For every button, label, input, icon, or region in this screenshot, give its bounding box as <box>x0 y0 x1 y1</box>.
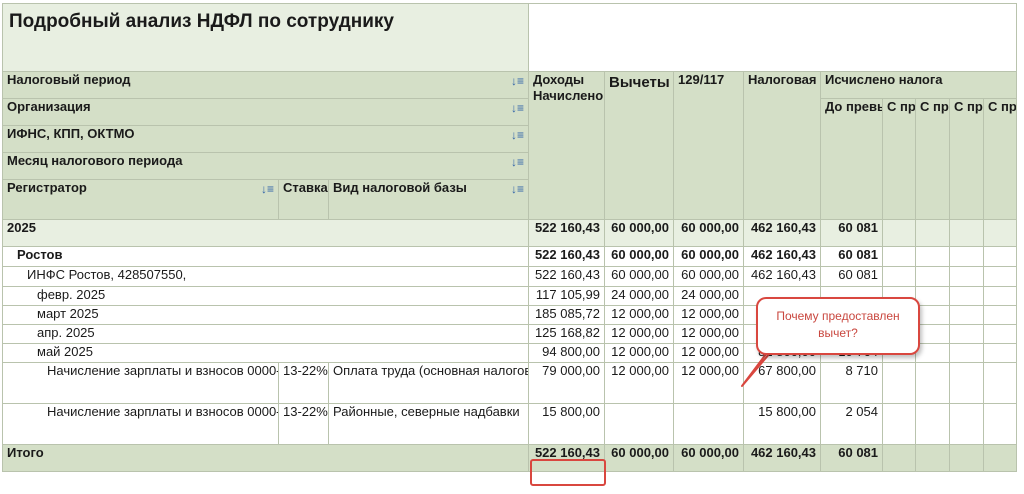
deductions-cell: 60 000,00 <box>604 219 675 247</box>
row-label: апр. 2025 <box>1 324 530 344</box>
header-pct20: С пр. 20% <box>949 98 985 220</box>
deductions-cell: 12 000,00 <box>604 305 675 325</box>
header-pct15: С пр. 15% <box>882 98 917 220</box>
table-row[interactable]: 2025 522 160,43 60 000,00 60 000,00 462 … <box>1 219 1018 247</box>
income-cell: 79 000,00 <box>528 362 606 404</box>
table-row[interactable]: Начисление зарплаты и взносов 0000-00007… <box>2 403 1018 445</box>
deductions-cell: 60 000,00 <box>604 444 675 472</box>
rate-cell: 13-22% <box>278 362 329 404</box>
code-cell <box>673 403 745 445</box>
deductions-cell <box>604 403 675 445</box>
sort-icon[interactable]: ↓≡ <box>261 181 274 198</box>
base-type-cell: Районные, северные надбавки <box>327 403 530 445</box>
registrar-cell[interactable]: Начисление зарплаты и взносов 0000-00007… <box>2 362 279 404</box>
base-cell: 462 160,43 <box>743 266 822 287</box>
registrar-cell[interactable]: Начисление зарплаты и взносов 0000-00007… <box>2 403 279 445</box>
table-row[interactable]: Ростов 522 160,43 60 000,00 60 000,00 46… <box>1 246 1018 267</box>
income-cell: 522 160,43 <box>528 266 606 287</box>
code-cell: 60 000,00 <box>673 444 745 472</box>
header-income: Доходы Начислено <box>528 71 606 220</box>
base-cell: 462 160,43 <box>743 444 822 472</box>
header-ifns[interactable]: ИФНС, КПП, ОКТМО ↓≡ <box>1 125 530 153</box>
code-cell: 12 000,00 <box>673 362 745 404</box>
tax-cell: 60 081 <box>820 444 884 472</box>
tax-cell: 2 054 <box>820 403 884 445</box>
tax-cell: 60 081 <box>820 266 884 287</box>
tax-cell: 8 710 <box>820 362 884 404</box>
deductions-cell: 12 000,00 <box>604 343 675 363</box>
income-cell: 522 160,43 <box>528 219 606 247</box>
code-cell: 12 000,00 <box>673 324 745 344</box>
code-cell: 60 000,00 <box>673 266 745 287</box>
income-cell: 522 160,43 <box>528 246 606 267</box>
row-label: февр. 2025 <box>1 286 530 306</box>
income-cell: 185 085,72 <box>528 305 606 325</box>
header-deductions: Вычеты всего <box>604 71 675 220</box>
sort-icon[interactable]: ↓≡ <box>511 127 524 144</box>
income-cell: 117 105,99 <box>528 286 606 306</box>
deductions-cell: 12 000,00 <box>604 362 675 404</box>
base-cell: 462 160,43 <box>743 219 822 247</box>
table-row[interactable]: ИНФС Ростов, 428507550, 522 160,43 60 00… <box>1 266 1018 287</box>
income-cell: 15 800,00 <box>528 403 606 445</box>
sort-icon[interactable]: ↓≡ <box>511 73 524 90</box>
row-label: май 2025 <box>1 343 530 363</box>
deductions-cell: 60 000,00 <box>604 266 675 287</box>
header-calculated: Исчислено налога <box>820 71 1018 99</box>
report-title: Подробный анализ НДФЛ по сотруднику <box>1 3 530 72</box>
header-tax-period[interactable]: Налоговый период ↓≡ <box>1 71 530 99</box>
total-row: Итого 522 160,43 60 000,00 60 000,00 462… <box>1 444 1018 472</box>
base-type-cell: Оплата труда (основная налоговая база) <box>327 362 530 404</box>
title-blank <box>528 3 1018 72</box>
total-income-highlight <box>530 459 606 486</box>
header-month[interactable]: Месяц налогового периода ↓≡ <box>1 152 530 180</box>
deductions-cell: 12 000,00 <box>604 324 675 344</box>
header-pct18: С пр. 18% <box>915 98 951 220</box>
deductions-cell: 24 000,00 <box>604 286 675 306</box>
row-label: 2025 <box>1 219 530 247</box>
deductions-cell: 60 000,00 <box>604 246 675 267</box>
income-cell: 94 800,00 <box>528 343 606 363</box>
table-row[interactable]: Начисление зарплаты и взносов 0000-00007… <box>2 362 1018 404</box>
code-cell: 12 000,00 <box>673 343 745 363</box>
code-cell: 24 000,00 <box>673 286 745 306</box>
header-pct22: С пр. 22% <box>983 98 1018 220</box>
header-before-excess: До превыш. <box>820 98 884 220</box>
base-cell: 15 800,00 <box>743 403 822 445</box>
ndfl-report-table: Подробный анализ НДФЛ по сотруднику Нало… <box>1 3 1018 472</box>
row-label: Ростов <box>1 246 530 267</box>
row-label: март 2025 <box>1 305 530 325</box>
sort-icon[interactable]: ↓≡ <box>511 154 524 171</box>
header-tax-base: Налоговая база <box>743 71 822 220</box>
code-cell: 60 000,00 <box>673 246 745 267</box>
code-cell: 12 000,00 <box>673 305 745 325</box>
tax-cell: 60 081 <box>820 219 884 247</box>
row-label: ИНФС Ростов, 428507550, <box>1 266 530 287</box>
header-rate[interactable]: Ставка↓≡ <box>278 179 329 220</box>
base-cell: 462 160,43 <box>743 246 822 267</box>
header-registrar[interactable]: Регистратор ↓≡ <box>2 179 279 220</box>
header-base-type[interactable]: Вид налоговой базы ↓≡ <box>327 179 530 220</box>
tax-cell: 60 081 <box>820 246 884 267</box>
row-label: Итого <box>1 444 530 472</box>
sort-icon[interactable]: ↓≡ <box>511 181 524 198</box>
code-cell: 60 000,00 <box>673 219 745 247</box>
header-organization[interactable]: Организация ↓≡ <box>1 98 530 126</box>
sort-icon[interactable]: ↓≡ <box>511 100 524 117</box>
rate-cell: 13-22% <box>278 403 329 445</box>
header-code: 129/117 <box>673 71 745 220</box>
callout-note: Почему предоставлен вычет? <box>756 297 920 355</box>
income-cell: 125 168,82 <box>528 324 606 344</box>
